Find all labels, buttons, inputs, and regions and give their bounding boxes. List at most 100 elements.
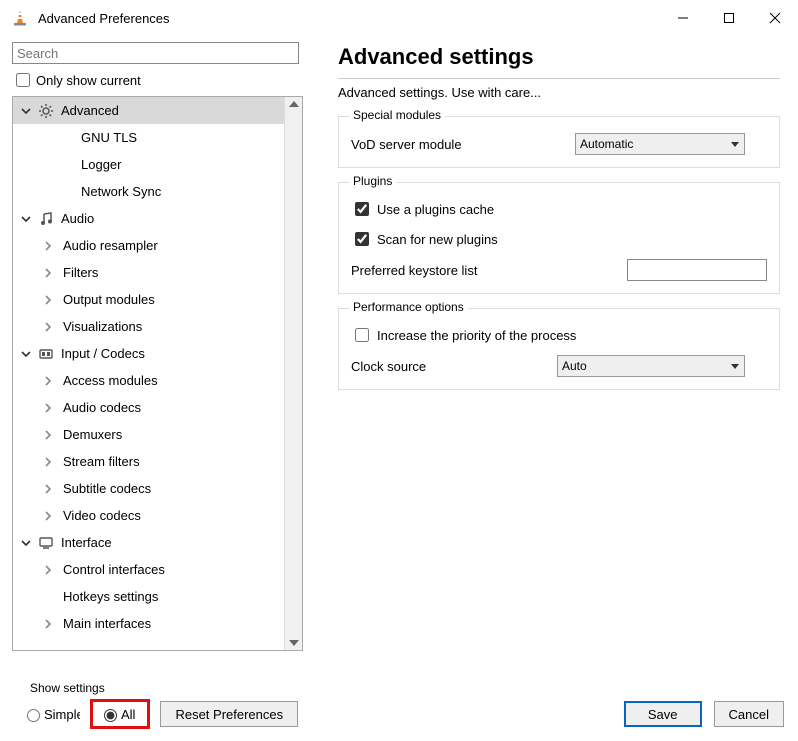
- radio-simple[interactable]: Simple: [22, 706, 80, 722]
- vod-label: VoD server module: [351, 137, 575, 152]
- titlebar: Advanced Preferences: [0, 0, 798, 36]
- scroll-down-icon[interactable]: [286, 637, 302, 649]
- chevron-right-icon[interactable]: [41, 266, 55, 280]
- window-title: Advanced Preferences: [38, 11, 170, 26]
- tree-item[interactable]: Audio: [13, 205, 284, 232]
- interface-icon: [37, 534, 55, 552]
- tree-item-label: Input / Codecs: [61, 346, 145, 361]
- bottom-bar: Show settings Simple All Reset Preferenc…: [0, 687, 798, 741]
- tree-item[interactable]: Interface: [13, 529, 284, 556]
- maximize-button[interactable]: [706, 4, 752, 32]
- tree-item[interactable]: Output modules: [13, 286, 284, 313]
- chevron-right-icon[interactable]: [41, 509, 55, 523]
- chevron-right-icon[interactable]: [41, 374, 55, 388]
- tree-item[interactable]: Subtitle codecs: [13, 475, 284, 502]
- scan-plugins-checkbox[interactable]: [355, 232, 369, 246]
- all-highlight: All: [90, 699, 150, 729]
- group-legend: Plugins: [349, 174, 396, 188]
- tree-item[interactable]: Audio codecs: [13, 394, 284, 421]
- tree-item-label: Logger: [81, 157, 121, 172]
- chevron-right-icon[interactable]: [41, 455, 55, 469]
- keystore-label: Preferred keystore list: [351, 263, 575, 278]
- group-plugins: Plugins Use a plugins cache Scan for new…: [338, 182, 780, 294]
- scroll-up-icon[interactable]: [286, 98, 302, 110]
- tree-item[interactable]: Input / Codecs: [13, 340, 284, 367]
- tree-item[interactable]: Access modules: [13, 367, 284, 394]
- tree-item-label: Audio: [61, 211, 94, 226]
- chevron-down-icon[interactable]: [19, 536, 33, 550]
- tree-item-label: Hotkeys settings: [63, 589, 158, 604]
- only-show-current-label: Only show current: [36, 73, 141, 88]
- page-title: Advanced settings: [338, 44, 780, 70]
- show-settings-label: Show settings: [30, 681, 105, 695]
- tree-item[interactable]: Network Sync: [13, 178, 284, 205]
- search-input[interactable]: [12, 42, 299, 64]
- tree-item-label: Stream filters: [63, 454, 140, 469]
- vlc-cone-icon: [10, 8, 30, 28]
- tree-item-label: Network Sync: [81, 184, 161, 199]
- tree-item[interactable]: Main interfaces: [13, 610, 284, 637]
- tree-item[interactable]: Video codecs: [13, 502, 284, 529]
- vod-select[interactable]: Automatic: [575, 133, 745, 155]
- tree-item-label: Advanced: [61, 103, 119, 118]
- tree-item-label: GNU TLS: [81, 130, 137, 145]
- tree-item[interactable]: Demuxers: [13, 421, 284, 448]
- scan-plugins-label: Scan for new plugins: [377, 232, 498, 247]
- priority-checkbox[interactable]: [355, 328, 369, 342]
- tree-item[interactable]: Filters: [13, 259, 284, 286]
- tree-item-label: Output modules: [63, 292, 155, 307]
- tree-item-label: Control interfaces: [63, 562, 165, 577]
- tree-item-label: Subtitle codecs: [63, 481, 151, 496]
- chevron-down-icon[interactable]: [19, 104, 33, 118]
- group-legend: Special modules: [349, 108, 445, 122]
- tree-item[interactable]: Advanced: [13, 97, 284, 124]
- chevron-right-icon[interactable]: [41, 293, 55, 307]
- settings-tree: Advanced GNU TLS Logger Network Sync Audio Au…: [12, 96, 303, 651]
- chevron-right-icon[interactable]: [41, 428, 55, 442]
- keystore-input[interactable]: [627, 259, 767, 281]
- reset-preferences-button[interactable]: Reset Preferences: [160, 701, 298, 727]
- group-special-modules: Special modules VoD server module Automa…: [338, 116, 780, 168]
- tree-item-label: Audio codecs: [63, 400, 141, 415]
- tree-item-label: Access modules: [63, 373, 158, 388]
- chevron-right-icon[interactable]: [41, 320, 55, 334]
- tree-item-label: Interface: [61, 535, 112, 550]
- save-button[interactable]: Save: [624, 701, 702, 727]
- group-performance: Performance options Increase the priorit…: [338, 308, 780, 390]
- chevron-down-icon[interactable]: [19, 347, 33, 361]
- chevron-right-icon[interactable]: [41, 563, 55, 577]
- tree-item[interactable]: Audio resampler: [13, 232, 284, 259]
- radio-all[interactable]: All: [99, 706, 135, 722]
- priority-label: Increase the priority of the process: [377, 328, 576, 343]
- chevron-right-icon[interactable]: [41, 482, 55, 496]
- only-show-current-checkbox[interactable]: Only show current: [12, 70, 320, 90]
- music-icon: [37, 210, 55, 228]
- plugins-cache-checkbox[interactable]: [355, 202, 369, 216]
- tree-scrollbar[interactable]: [284, 97, 302, 650]
- chevron-right-icon[interactable]: [41, 617, 55, 631]
- close-button[interactable]: [752, 4, 798, 32]
- clock-select[interactable]: Auto: [557, 355, 745, 377]
- plugins-cache-label: Use a plugins cache: [377, 202, 494, 217]
- clock-label: Clock source: [351, 359, 557, 374]
- page-subtitle: Advanced settings. Use with care...: [338, 85, 780, 100]
- tree-item-label: Main interfaces: [63, 616, 151, 631]
- chevron-right-icon[interactable]: [41, 239, 55, 253]
- tree-item-label: Video codecs: [63, 508, 141, 523]
- tree-item[interactable]: Logger: [13, 151, 284, 178]
- tree-item-label: Demuxers: [63, 427, 122, 442]
- gear-icon: [37, 102, 55, 120]
- tree-item[interactable]: Stream filters: [13, 448, 284, 475]
- chevron-right-icon[interactable]: [41, 401, 55, 415]
- group-legend: Performance options: [349, 300, 468, 314]
- tree-item[interactable]: Hotkeys settings: [13, 583, 284, 610]
- tree-item[interactable]: Control interfaces: [13, 556, 284, 583]
- tree-item-label: Visualizations: [63, 319, 142, 334]
- tree-item[interactable]: GNU TLS: [13, 124, 284, 151]
- chevron-down-icon[interactable]: [19, 212, 33, 226]
- tree-item[interactable]: Visualizations: [13, 313, 284, 340]
- cancel-button[interactable]: Cancel: [714, 701, 784, 727]
- tree-item-label: Audio resampler: [63, 238, 158, 253]
- tree-item-label: Filters: [63, 265, 98, 280]
- minimize-button[interactable]: [660, 4, 706, 32]
